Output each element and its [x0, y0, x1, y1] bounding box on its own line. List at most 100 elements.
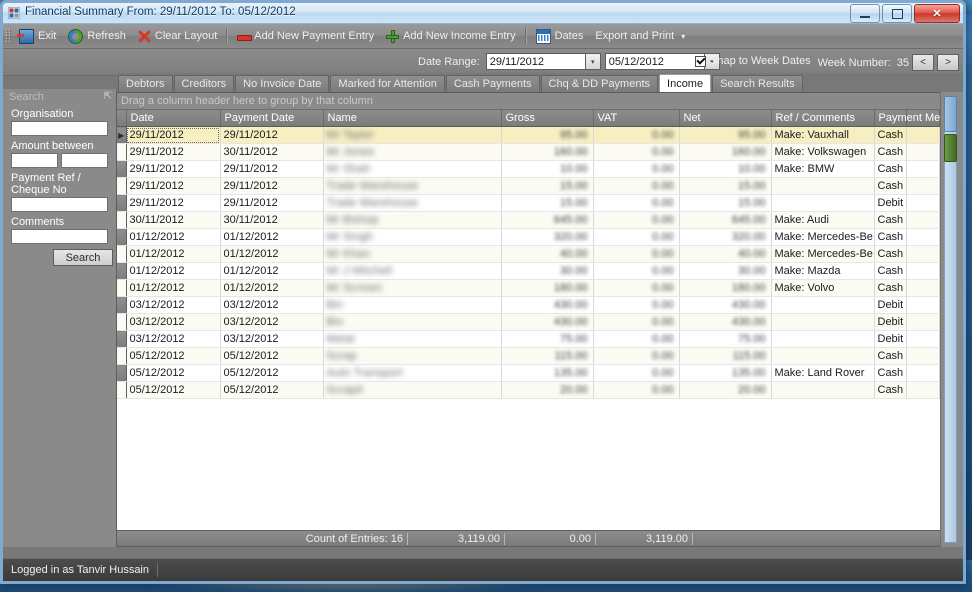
cell-vat[interactable]: 0.00 — [593, 279, 680, 297]
cell-method[interactable]: Cash — [874, 381, 908, 399]
cell-date[interactable]: 01/12/2012 — [126, 228, 221, 246]
cell-name[interactable]: Bin — [323, 296, 502, 314]
cell-name[interactable]: Bin — [323, 313, 502, 331]
cell-ref[interactable]: Make: BMW — [771, 160, 875, 178]
date-to-input[interactable]: 05/12/2012 — [604, 53, 705, 70]
cell-name[interactable]: Mr Khan — [323, 245, 502, 263]
cell-method[interactable]: Debit Card — [874, 330, 908, 348]
cell-date[interactable]: 01/12/2012 — [126, 245, 221, 263]
table-row[interactable]: 01/12/2012 01/12/2012 Mr Khan 40.00 0.00 40.0… — [117, 245, 940, 263]
cell-vat[interactable]: 0.00 — [593, 364, 680, 382]
row-indicator[interactable] — [117, 347, 127, 365]
column-header-name[interactable]: Name — [323, 110, 502, 127]
next-week-button[interactable]: > — [937, 54, 959, 71]
cell-name[interactable]: Mr J Mitchell — [323, 262, 502, 280]
cell-net[interactable]: 645.00 — [679, 211, 772, 229]
cell-name[interactable]: Auto Transport — [323, 364, 502, 382]
cell-payment_date[interactable]: 05/12/2012 — [220, 381, 324, 399]
column-header-payment-method[interactable]: Payment Method — [874, 110, 962, 127]
cell-payment_date[interactable]: 03/12/2012 — [220, 330, 324, 348]
cell-gross[interactable]: 115.00 — [501, 347, 594, 365]
cell-net[interactable]: 40.00 — [679, 245, 772, 263]
cell-payment_date[interactable]: 01/12/2012 — [220, 279, 324, 297]
cell-vat[interactable]: 0.00 — [593, 194, 680, 212]
row-indicator[interactable] — [117, 279, 127, 297]
table-row[interactable]: 01/12/2012 01/12/2012 Mr J Mitchell 30.00 0.… — [117, 262, 940, 280]
export-and-print-button[interactable]: Export and Print ▾ — [589, 26, 691, 46]
cell-gross[interactable]: 95.00 — [501, 126, 594, 144]
cell-ref[interactable]: Make: Volkswagen — [771, 143, 875, 161]
cell-name[interactable]: Mr Jones — [323, 143, 502, 161]
row-indicator[interactable] — [117, 313, 127, 331]
payment-ref-input[interactable] — [11, 197, 108, 212]
cell-payment_date[interactable]: 05/12/2012 — [220, 347, 324, 365]
cell-name[interactable]: Metal — [323, 330, 502, 348]
cell-name[interactable]: Mr Shah — [323, 160, 502, 178]
row-indicator[interactable] — [117, 143, 127, 161]
row-indicator[interactable]: ▶ — [117, 126, 127, 144]
row-indicator[interactable] — [117, 245, 127, 263]
row-indicator[interactable] — [117, 228, 127, 246]
tab-search-results[interactable]: Search Results — [712, 75, 803, 92]
cell-net[interactable]: 430.00 — [679, 313, 772, 331]
cell-name[interactable]: Scrap — [323, 347, 502, 365]
cell-ref[interactable] — [771, 177, 875, 195]
toolbar-grip[interactable] — [5, 28, 11, 44]
row-indicator[interactable] — [117, 296, 127, 314]
table-row[interactable]: 05/12/2012 05/12/2012 Scrap 115.00 0.00 115.0… — [117, 347, 940, 365]
cell-payment_date[interactable]: 01/12/2012 — [220, 228, 324, 246]
cell-gross[interactable]: 160.00 — [501, 143, 594, 161]
table-row[interactable]: 29/11/2012 29/11/2012 Trade Warehouse 15.00… — [117, 194, 940, 212]
table-row[interactable]: 30/11/2012 30/11/2012 Mr Bishop 645.00 0.00 6… — [117, 211, 940, 229]
tab-marked-for-attention[interactable]: Marked for Attention — [330, 75, 445, 92]
cell-ref[interactable]: Make: Land Rover — [771, 364, 875, 382]
cell-net[interactable]: 135.00 — [679, 364, 772, 382]
cell-date[interactable]: 05/12/2012 — [126, 364, 221, 382]
cell-method[interactable]: Cash — [874, 126, 908, 144]
minimize-button[interactable] — [850, 4, 880, 23]
column-header-net[interactable]: Net — [679, 110, 772, 127]
cell-ref[interactable]: Make: Audi — [771, 211, 875, 229]
cell-vat[interactable]: 0.00 — [593, 313, 680, 331]
column-header-date[interactable]: Date — [126, 110, 221, 127]
column-header-ref-comments[interactable]: Ref / Comments — [771, 110, 875, 127]
cell-gross[interactable]: 75.00 — [501, 330, 594, 348]
cell-ref[interactable]: Make: Mercedes-Be — [771, 228, 875, 246]
cell-gross[interactable]: 430.00 — [501, 296, 594, 314]
table-row[interactable]: 05/12/2012 05/12/2012 Auto Transport 135.00… — [117, 364, 940, 382]
maximize-button[interactable] — [882, 4, 912, 23]
cell-payment_date[interactable]: 01/12/2012 — [220, 262, 324, 280]
amount-min-input[interactable] — [11, 153, 58, 168]
cell-date[interactable]: 01/12/2012 — [126, 279, 221, 297]
cell-gross[interactable]: 135.00 — [501, 364, 594, 382]
cell-gross[interactable]: 645.00 — [501, 211, 594, 229]
tab-creditors[interactable]: Creditors — [173, 75, 235, 92]
table-row[interactable]: 05/12/2012 05/12/2012 Scrapit 20.00 0.00 20.0… — [117, 381, 940, 399]
scrollbar-thumb[interactable] — [944, 96, 957, 132]
cell-name[interactable]: Mr Scriven — [323, 279, 502, 297]
date-from-input[interactable]: 29/11/2012 — [485, 53, 586, 70]
cell-payment_date[interactable]: 30/11/2012 — [220, 211, 324, 229]
cell-date[interactable]: 05/12/2012 — [126, 381, 221, 399]
cell-date[interactable]: 03/12/2012 — [126, 330, 221, 348]
cell-vat[interactable]: 0.00 — [593, 126, 680, 144]
row-indicator[interactable] — [117, 160, 127, 178]
table-row[interactable]: 03/12/2012 03/12/2012 Bin 430.00 0.00 430.00 D… — [117, 313, 940, 331]
cell-method[interactable]: Cash — [874, 279, 908, 297]
cell-net[interactable]: 15.00 — [679, 177, 772, 195]
table-row[interactable]: 03/12/2012 03/12/2012 Metal 75.00 0.00 75.00 D… — [117, 330, 940, 348]
cell-name[interactable]: Mr Taylor — [323, 126, 502, 144]
cell-gross[interactable]: 30.00 — [501, 262, 594, 280]
column-header-payment-date[interactable]: Payment Date — [220, 110, 324, 127]
cell-net[interactable]: 95.00 — [679, 126, 772, 144]
row-indicator[interactable] — [117, 381, 127, 399]
comments-input[interactable] — [11, 229, 108, 244]
row-indicator[interactable] — [117, 262, 127, 280]
cell-method[interactable]: Cash — [874, 177, 908, 195]
close-button[interactable]: ✕ — [914, 4, 960, 23]
cell-net[interactable]: 10.00 — [679, 160, 772, 178]
cell-name[interactable]: Trade Warehouse — [323, 194, 502, 212]
cell-payment_date[interactable]: 03/12/2012 — [220, 296, 324, 314]
cell-date[interactable]: 01/12/2012 — [126, 262, 221, 280]
cell-net[interactable]: 320.00 — [679, 228, 772, 246]
